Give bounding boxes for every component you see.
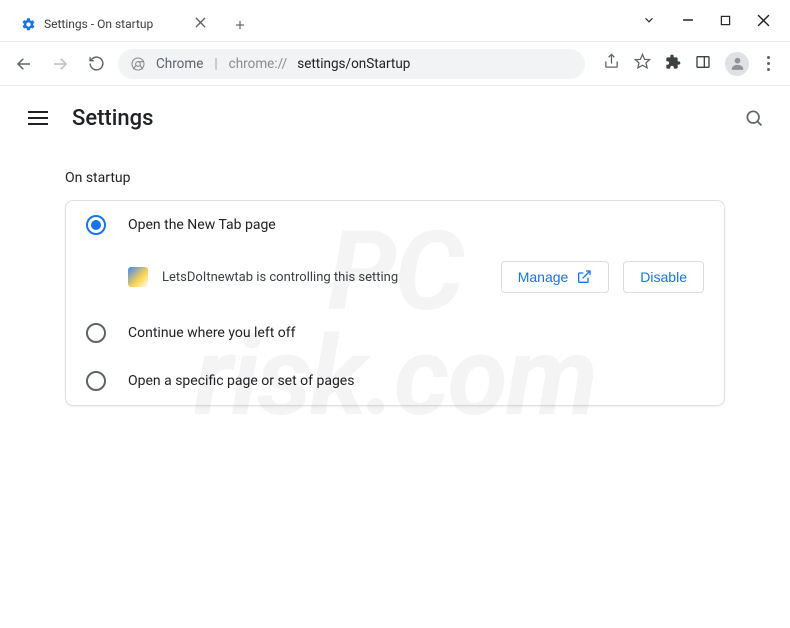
radio-selected-icon[interactable]: [86, 215, 106, 235]
disable-label: Disable: [640, 269, 687, 285]
tab-close-icon[interactable]: [191, 16, 210, 32]
back-button[interactable]: [10, 50, 38, 78]
radio-icon[interactable]: [86, 323, 106, 343]
window-minimize-icon[interactable]: [682, 14, 694, 26]
option-continue[interactable]: Continue where you left off: [66, 309, 724, 357]
window-close-icon[interactable]: [757, 14, 770, 27]
extension-notice: LetsDoItnewtab is controlling this setti…: [66, 249, 724, 309]
new-tab-button[interactable]: [226, 11, 254, 39]
omnibox-label: Chrome: [156, 56, 203, 72]
bookmark-icon[interactable]: [634, 53, 651, 74]
toolbar: Chrome | chrome://settings/onStartup: [0, 42, 790, 86]
manage-button[interactable]: Manage: [501, 261, 610, 293]
page-title: Settings: [72, 106, 153, 131]
omnibox-path: settings/onStartup: [297, 56, 410, 72]
omnibox-prefix: chrome://: [229, 56, 288, 72]
window-maximize-icon[interactable]: [720, 15, 731, 26]
share-icon[interactable]: [603, 53, 620, 74]
option-label: Continue where you left off: [128, 325, 296, 341]
tab-title: Settings - On startup: [44, 17, 183, 31]
startup-card: Open the New Tab page LetsDoItnewtab is …: [65, 200, 725, 406]
menu-icon[interactable]: [763, 56, 774, 71]
extensions-icon[interactable]: [665, 54, 681, 74]
radio-icon[interactable]: [86, 371, 106, 391]
page-header: Settings: [0, 86, 790, 142]
extension-message: LetsDoItnewtab is controlling this setti…: [162, 270, 487, 285]
option-new-tab[interactable]: Open the New Tab page: [66, 201, 724, 249]
reload-button[interactable]: [82, 50, 110, 78]
disable-button[interactable]: Disable: [623, 261, 704, 293]
gear-icon: [20, 16, 36, 32]
manage-label: Manage: [518, 269, 569, 285]
search-icon[interactable]: [740, 104, 768, 132]
extension-icon: [128, 267, 148, 287]
section-title: On startup: [0, 142, 790, 200]
hamburger-icon[interactable]: [28, 106, 52, 130]
sidepanel-icon[interactable]: [695, 54, 711, 74]
chrome-icon: [130, 56, 146, 72]
option-label: Open the New Tab page: [128, 217, 276, 233]
address-bar[interactable]: Chrome | chrome://settings/onStartup: [118, 49, 585, 79]
option-label: Open a specific page or set of pages: [128, 373, 354, 389]
browser-tab[interactable]: Settings - On startup: [10, 7, 220, 41]
forward-button[interactable]: [46, 50, 74, 78]
avatar[interactable]: [725, 52, 749, 76]
window-dropdown-icon[interactable]: [642, 13, 656, 27]
external-link-icon: [576, 269, 592, 285]
option-specific-page[interactable]: Open a specific page or set of pages: [66, 357, 724, 405]
